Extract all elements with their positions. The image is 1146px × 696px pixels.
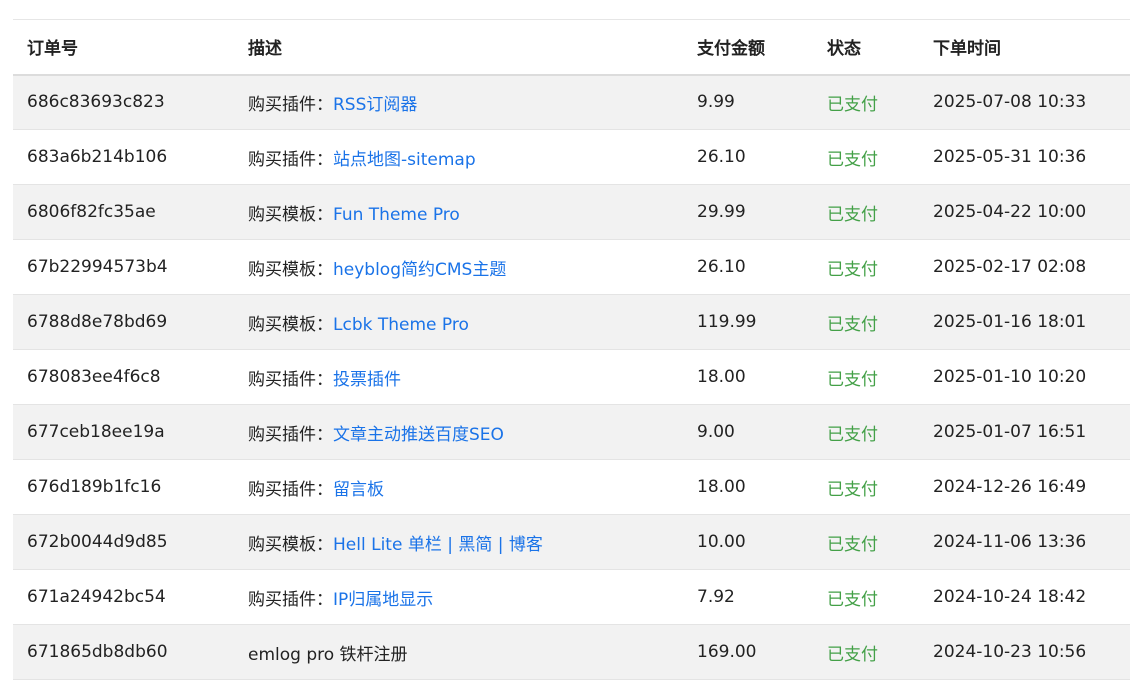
order-amount: 29.99 (697, 202, 746, 222)
order-amount: 169.00 (697, 642, 757, 662)
order-id: 678083ee4f6c8 (27, 367, 161, 387)
order-amount: 18.00 (697, 367, 746, 387)
order-time: 2025-01-07 16:51 (933, 422, 1087, 442)
table-row: 678083ee4f6c8 购买插件：投票插件 18.00 已支付 2025-0… (13, 349, 1130, 405)
status-badge: 已支付 (827, 369, 878, 390)
header-amount: 支付金额 (697, 39, 765, 60)
order-description: 购买插件：留言板 (234, 460, 683, 515)
status-badge: 已支付 (827, 259, 878, 280)
order-amount: 10.00 (697, 532, 746, 552)
description-prefix: emlog pro 铁杆注册 (248, 644, 408, 665)
status-badge: 已支付 (827, 314, 878, 335)
order-description: 购买插件：IP归属地显示 (234, 570, 683, 625)
order-amount: 18.00 (697, 477, 746, 497)
order-id: 671865db8db60 (27, 642, 168, 662)
status-badge: 已支付 (827, 424, 878, 445)
description-prefix: 购买插件： (248, 149, 333, 170)
order-id: 6788d8e78bd69 (27, 312, 168, 332)
status-badge: 已支付 (827, 589, 878, 610)
order-description: 购买模板：Lcbk Theme Pro (234, 295, 683, 350)
header-description: 描述 (248, 39, 282, 60)
status-badge: 已支付 (827, 534, 878, 555)
order-description: 购买插件：文章主动推送百度SEO (234, 405, 683, 460)
table-row: 676d189b1fc16 购买插件：留言板 18.00 已支付 2024-12… (13, 459, 1130, 515)
description-prefix: 购买模板： (248, 314, 333, 335)
item-link[interactable]: Hell Lite 单栏 | 黑简 | 博客 (333, 535, 543, 555)
order-description: emlog pro 铁杆注册 (234, 625, 683, 680)
table-row: 67b22994573b4 购买模板：heyblog简约CMS主题 26.10 … (13, 239, 1130, 295)
order-time: 2025-01-10 10:20 (933, 367, 1087, 387)
description-prefix: 购买插件： (248, 424, 333, 445)
item-link[interactable]: 留言板 (333, 480, 384, 500)
item-link[interactable]: 站点地图-sitemap (333, 150, 476, 170)
item-link[interactable]: Fun Theme Pro (333, 205, 460, 225)
item-link[interactable]: 文章主动推送百度SEO (333, 425, 504, 445)
header-order-time: 下单时间 (933, 39, 1001, 60)
order-time: 2024-10-24 18:42 (933, 587, 1087, 607)
orders-table-container: 订单号 描述 支付金额 状态 下单时间 686c83693c823 购买插件：R… (13, 19, 1130, 680)
table-row: 6788d8e78bd69 购买模板：Lcbk Theme Pro 119.99… (13, 294, 1130, 350)
status-badge: 已支付 (827, 644, 878, 665)
order-description: 购买插件：投票插件 (234, 350, 683, 405)
order-amount: 26.10 (697, 257, 746, 277)
item-link[interactable]: IP归属地显示 (333, 590, 433, 610)
table-row: 686c83693c823 购买插件：RSS订阅器 9.99 已支付 2025-… (13, 74, 1130, 130)
order-amount: 26.10 (697, 147, 746, 167)
orders-table: 订单号 描述 支付金额 状态 下单时间 686c83693c823 购买插件：R… (13, 19, 1130, 680)
item-link[interactable]: heyblog简约CMS主题 (333, 260, 506, 280)
order-amount: 7.92 (697, 587, 735, 607)
order-description: 购买模板：Fun Theme Pro (234, 185, 683, 240)
table-row: 671a24942bc54 购买插件：IP归属地显示 7.92 已支付 2024… (13, 569, 1130, 625)
order-id: 676d189b1fc16 (27, 477, 162, 497)
status-badge: 已支付 (827, 149, 878, 170)
status-badge: 已支付 (827, 204, 878, 225)
header-row: 订单号 描述 支付金额 状态 下单时间 (13, 19, 1130, 75)
item-link[interactable]: 投票插件 (333, 370, 401, 390)
description-prefix: 购买插件： (248, 589, 333, 610)
status-badge: 已支付 (827, 94, 878, 115)
orders-table-body: 686c83693c823 购买插件：RSS订阅器 9.99 已支付 2025-… (13, 74, 1130, 680)
item-link[interactable]: RSS订阅器 (333, 95, 417, 115)
order-amount: 9.00 (697, 422, 735, 442)
order-description: 购买模板：Hell Lite 单栏 | 黑简 | 博客 (234, 515, 683, 570)
header-status: 状态 (827, 39, 861, 60)
table-row: 677ceb18ee19a 购买插件：文章主动推送百度SEO 9.00 已支付 … (13, 404, 1130, 460)
order-time: 2024-11-06 13:36 (933, 532, 1087, 552)
description-prefix: 购买插件： (248, 369, 333, 390)
description-prefix: 购买模板： (248, 204, 333, 225)
order-time: 2025-02-17 02:08 (933, 257, 1087, 277)
order-amount: 9.99 (697, 92, 735, 113)
order-time: 2025-07-08 10:33 (933, 92, 1087, 113)
order-time: 2025-04-22 10:00 (933, 202, 1087, 222)
item-link[interactable]: Lcbk Theme Pro (333, 315, 469, 335)
status-badge: 已支付 (827, 479, 878, 500)
order-description: 购买模板：heyblog简约CMS主题 (234, 240, 683, 295)
orders-table-header: 订单号 描述 支付金额 状态 下单时间 (13, 19, 1130, 75)
order-id: 672b0044d9d85 (27, 532, 168, 552)
order-id: 683a6b214b106 (27, 147, 168, 167)
order-description: 购买插件：RSS订阅器 (234, 75, 683, 130)
table-row: 672b0044d9d85 购买模板：Hell Lite 单栏 | 黑简 | 博… (13, 514, 1130, 570)
order-amount: 119.99 (697, 312, 757, 332)
order-time: 2025-05-31 10:36 (933, 147, 1087, 167)
order-time: 2025-01-16 18:01 (933, 312, 1087, 332)
order-description: 购买插件：站点地图-sitemap (234, 130, 683, 185)
order-id: 6806f82fc35ae (27, 202, 156, 222)
description-prefix: 购买插件： (248, 94, 333, 115)
order-id: 671a24942bc54 (27, 587, 166, 607)
table-row: 671865db8db60 emlog pro 铁杆注册 169.00 已支付 … (13, 624, 1130, 680)
description-prefix: 购买模板： (248, 259, 333, 280)
description-prefix: 购买插件： (248, 479, 333, 500)
order-id: 677ceb18ee19a (27, 422, 165, 442)
order-time: 2024-12-26 16:49 (933, 477, 1087, 497)
table-row: 683a6b214b106 购买插件：站点地图-sitemap 26.10 已支… (13, 129, 1130, 185)
table-row: 6806f82fc35ae 购买模板：Fun Theme Pro 29.99 已… (13, 184, 1130, 240)
order-id: 686c83693c823 (27, 92, 165, 113)
order-time: 2024-10-23 10:56 (933, 642, 1087, 662)
description-prefix: 购买模板： (248, 534, 333, 555)
order-id: 67b22994573b4 (27, 257, 168, 277)
header-order-id: 订单号 (27, 39, 78, 60)
